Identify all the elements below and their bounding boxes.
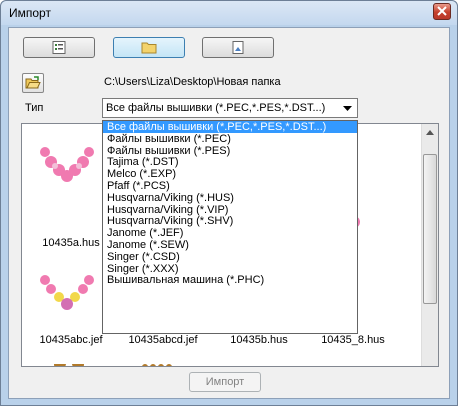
details-view-button[interactable]	[23, 37, 95, 58]
file-type-dropdown[interactable]: Все файлы вышивки (*.PEC,*.PES,*.DST...)…	[102, 120, 358, 334]
preview-view-button[interactable]	[202, 37, 274, 58]
dropdown-option[interactable]: Вышивальная машина (*.PHC)	[103, 274, 357, 286]
dropdown-option[interactable]: Все файлы вышивки (*.PEC,*.PES,*.DST...)	[103, 121, 357, 133]
dropdown-option[interactable]: Husqvarna/Viking (*.SHV)	[103, 215, 357, 227]
open-folder-button[interactable]	[22, 73, 44, 93]
dropdown-option[interactable]: Melco (*.EXP)	[103, 168, 357, 180]
import-button[interactable]: Импорт	[189, 372, 261, 392]
file-thumbnail[interactable]	[39, 142, 95, 188]
scroll-up-icon[interactable]	[422, 124, 438, 141]
file-thumbnail[interactable]	[39, 272, 95, 314]
file-name[interactable]: 10435_8.hus	[308, 334, 398, 346]
close-button[interactable]	[433, 3, 451, 20]
import-dialog: Импорт C:\Users\Liza\Desktop\Новая папка…	[0, 0, 458, 406]
list-details-icon	[52, 41, 66, 54]
current-path: C:\Users\Liza\Desktop\Новая папка	[104, 76, 281, 88]
file-type-selected: Все файлы вышивки (*.PEC,*.PES,*.DST...)	[106, 102, 326, 114]
folder-view-button[interactable]	[113, 37, 185, 58]
dropdown-option[interactable]: Singer (*.XXX)	[103, 263, 357, 275]
dropdown-option[interactable]: Husqvarna/Viking (*.HUS)	[103, 192, 357, 204]
dropdown-option[interactable]: Tajima (*.DST)	[103, 156, 357, 168]
vertical-scrollbar[interactable]	[421, 124, 438, 366]
close-icon	[437, 6, 447, 16]
image-icon	[232, 41, 244, 54]
file-type-select[interactable]: Все файлы вышивки (*.PEC,*.PES,*.DST...)	[102, 98, 358, 118]
scroll-thumb[interactable]	[423, 154, 437, 304]
dropdown-option[interactable]: Файлы вышивки (*.PEC)	[103, 133, 357, 145]
type-label: Тип	[25, 102, 44, 114]
dropdown-option[interactable]: Janome (*.JEF)	[103, 227, 357, 239]
dropdown-option[interactable]: Singer (*.CSD)	[103, 251, 357, 263]
folder-icon	[141, 42, 157, 54]
file-name[interactable]: 10435abcd.jef	[118, 334, 208, 346]
dropdown-option[interactable]: Husqvarna/Viking (*.VIP)	[103, 204, 357, 216]
open-folder-icon	[25, 76, 41, 89]
dropdown-option[interactable]: Janome (*.SEW)	[103, 239, 357, 251]
window-title: Импорт	[9, 6, 51, 20]
file-name[interactable]: 10435b.hus	[214, 334, 304, 346]
dropdown-option[interactable]: Pfaff (*.PCS)	[103, 180, 357, 192]
chevron-down-icon[interactable]	[340, 101, 355, 115]
file-thumbnail[interactable]	[140, 364, 180, 367]
title-bar[interactable]: Импорт	[1, 1, 457, 25]
file-thumbnail[interactable]	[52, 364, 86, 367]
dropdown-option[interactable]: Файлы вышивки (*.PES)	[103, 145, 357, 157]
file-name[interactable]: 10435abc.jef	[26, 334, 116, 346]
